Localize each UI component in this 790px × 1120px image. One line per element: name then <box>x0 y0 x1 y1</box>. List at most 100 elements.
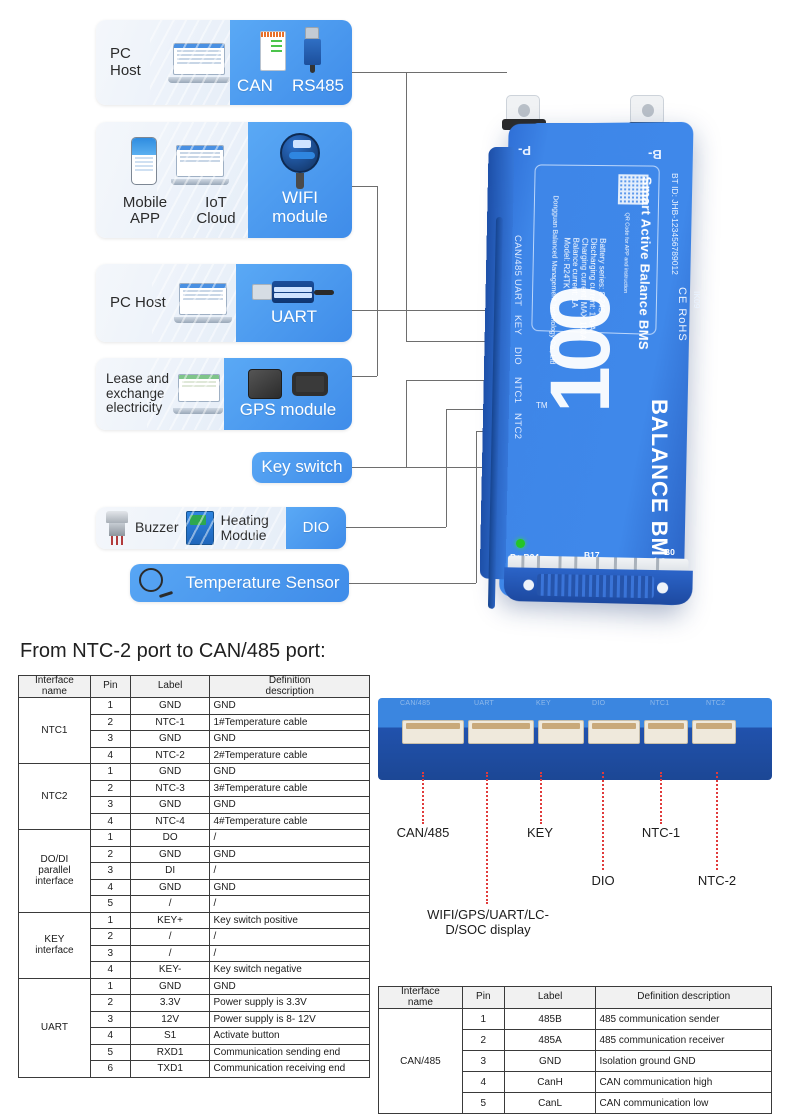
wire-wifi-h <box>352 186 377 187</box>
laptop-icon <box>171 144 229 185</box>
status-led-icon <box>516 539 525 548</box>
label-cell: / <box>129 895 211 913</box>
definition-cell: / <box>209 895 370 913</box>
definition-cell: Power supply is 8- 12V <box>209 1010 370 1028</box>
pin-cell: 4 <box>461 1071 505 1093</box>
callout-label-key: KEY <box>526 825 553 840</box>
label-cell: 3.3V <box>129 994 211 1012</box>
card-pc-host-can-rs485[interactable]: PC Host CAN RS485 <box>96 20 352 105</box>
definition-cell: 3#Temperature cable <box>209 779 370 797</box>
connector-ntc1 <box>644 720 688 744</box>
label-cell: KEY- <box>129 961 211 979</box>
pin-cell: 4 <box>89 961 131 979</box>
card6-heating-label: Heating Module <box>220 511 269 543</box>
table-row: NTC1 1 GND GND <box>18 697 370 764</box>
pin-cell: 5 <box>89 1043 131 1061</box>
definition-cell: 2#Temperature cable <box>209 746 370 764</box>
card6-buzzer-label: Buzzer <box>135 519 179 536</box>
pin-cell: 5 <box>461 1092 505 1114</box>
card2-left: Mobile APP IoT Cloud <box>96 122 248 238</box>
definition-cell: GND <box>209 977 370 995</box>
bt-id-text: BT ID: JHB-123456789012 <box>670 173 680 275</box>
card4-right: GPS module <box>224 358 352 430</box>
card-pc-host-uart[interactable]: PC Host UART <box>96 264 352 342</box>
card2-mobile-label: Mobile APP <box>122 193 168 227</box>
definition-cell: CAN communication low <box>595 1092 772 1114</box>
card3-left: PC Host <box>96 264 236 342</box>
pin-cell: 3 <box>89 730 131 748</box>
label-cell: RXD1 <box>129 1043 211 1061</box>
label-cell: GND <box>129 845 211 863</box>
pin-cell: 3 <box>461 1050 505 1072</box>
port-label-uart: UART <box>512 279 523 307</box>
card6-right: DIO <box>286 507 346 549</box>
definition-cell: GND <box>209 845 370 863</box>
heating-pcb-icon <box>185 511 214 545</box>
laptop-icon <box>173 283 232 323</box>
pin-cell: 5 <box>89 895 131 913</box>
interface-name-cell: KEY interface <box>18 911 91 979</box>
callout-label-ntc2: NTC-2 <box>697 873 737 888</box>
card-lease-gps[interactable]: Lease and exchange electricity GPS modul… <box>96 358 352 430</box>
connector-ntc2 <box>692 720 736 744</box>
interface-name-cell: UART <box>18 977 91 1078</box>
definition-cell: GND <box>209 697 370 715</box>
callout-label-dio: DIO <box>591 873 615 888</box>
pin-cell: 3 <box>89 944 131 962</box>
pin-cell: 2 <box>461 1029 505 1051</box>
card-temperature-sensor[interactable]: Temperature Sensor <box>130 564 349 602</box>
card1-left: PC Host <box>96 20 230 105</box>
pin-cell: 4 <box>89 746 131 764</box>
label-cell: NTC-2 <box>129 746 211 764</box>
definition-cell: GND <box>209 730 370 748</box>
photo-port-text-uart: UART <box>474 700 495 707</box>
card-mobile-iot-wifi[interactable]: Mobile APP IoT Cloud WIFI module <box>96 122 352 238</box>
pin-cell: 4 <box>89 1027 131 1045</box>
callout-line-dio <box>602 772 604 870</box>
label-cell: DI <box>129 862 211 880</box>
label-cell: S1 <box>129 1027 211 1045</box>
photo-port-text-can485: CAN/485 <box>400 700 431 707</box>
interface-name-cell: DO/DI parallel interface <box>18 829 91 913</box>
label-cell: GND <box>129 697 211 715</box>
definition-cell: CAN communication high <box>595 1071 772 1093</box>
card-buzzer-heating-dio[interactable]: Buzzer Heating Module DIO <box>96 507 346 549</box>
laptop-map-icon <box>173 374 224 414</box>
label-cell: 12V <box>129 1010 211 1028</box>
callout-line-ntc1 <box>660 772 662 824</box>
pin-cell: 4 <box>89 878 131 896</box>
wire-can485-v <box>406 72 407 342</box>
definition-cell: Communication receiving end <box>209 1060 370 1078</box>
qr-caption: QR Code for APP and instruction <box>621 212 630 294</box>
pin-cell: 2 <box>89 779 131 797</box>
pin-cell: 3 <box>89 796 131 814</box>
table-can485: Interface name Pin Label Definition desc… <box>378 986 772 1114</box>
label-cell: GND <box>129 730 211 748</box>
definition-cell: 485 communication sender <box>595 1008 772 1030</box>
connector-key <box>538 720 584 744</box>
label-cell: NTC-4 <box>129 812 211 830</box>
label-cell: KEY+ <box>129 911 211 929</box>
photo-port-text-dio: DIO <box>592 700 606 707</box>
label-cell: GND <box>129 878 211 896</box>
gps-module-icon <box>248 368 282 399</box>
card1-can-label: CAN <box>237 76 273 95</box>
connector-uart <box>468 720 534 744</box>
definition-cell: Power supply is 3.3V <box>209 994 370 1012</box>
table-header-row: Interface name Pin Label Definition desc… <box>18 675 370 698</box>
card-key-switch[interactable]: Key switch <box>252 452 352 483</box>
wire-wifi-v <box>377 186 378 376</box>
photo-port-text-ntc2: NTC2 <box>706 700 726 707</box>
pin-cell: 1 <box>89 697 131 715</box>
card6-left: Buzzer Heating Module <box>96 507 286 549</box>
can-col-label: Label <box>503 986 597 1009</box>
terminal-tab-b <box>630 95 664 125</box>
spec-title: Smart Active Balance BMS <box>635 176 655 351</box>
page-title: From NTC-2 port to CAN/485 port: <box>20 640 326 662</box>
pin-cell: 2 <box>89 845 131 863</box>
col-interface-name: Interface name <box>18 675 91 698</box>
label-cell: CanH <box>503 1071 597 1093</box>
definition-cell: / <box>209 862 370 880</box>
wire-dio-h <box>346 527 446 528</box>
port-label-dio: DIO <box>512 347 523 366</box>
